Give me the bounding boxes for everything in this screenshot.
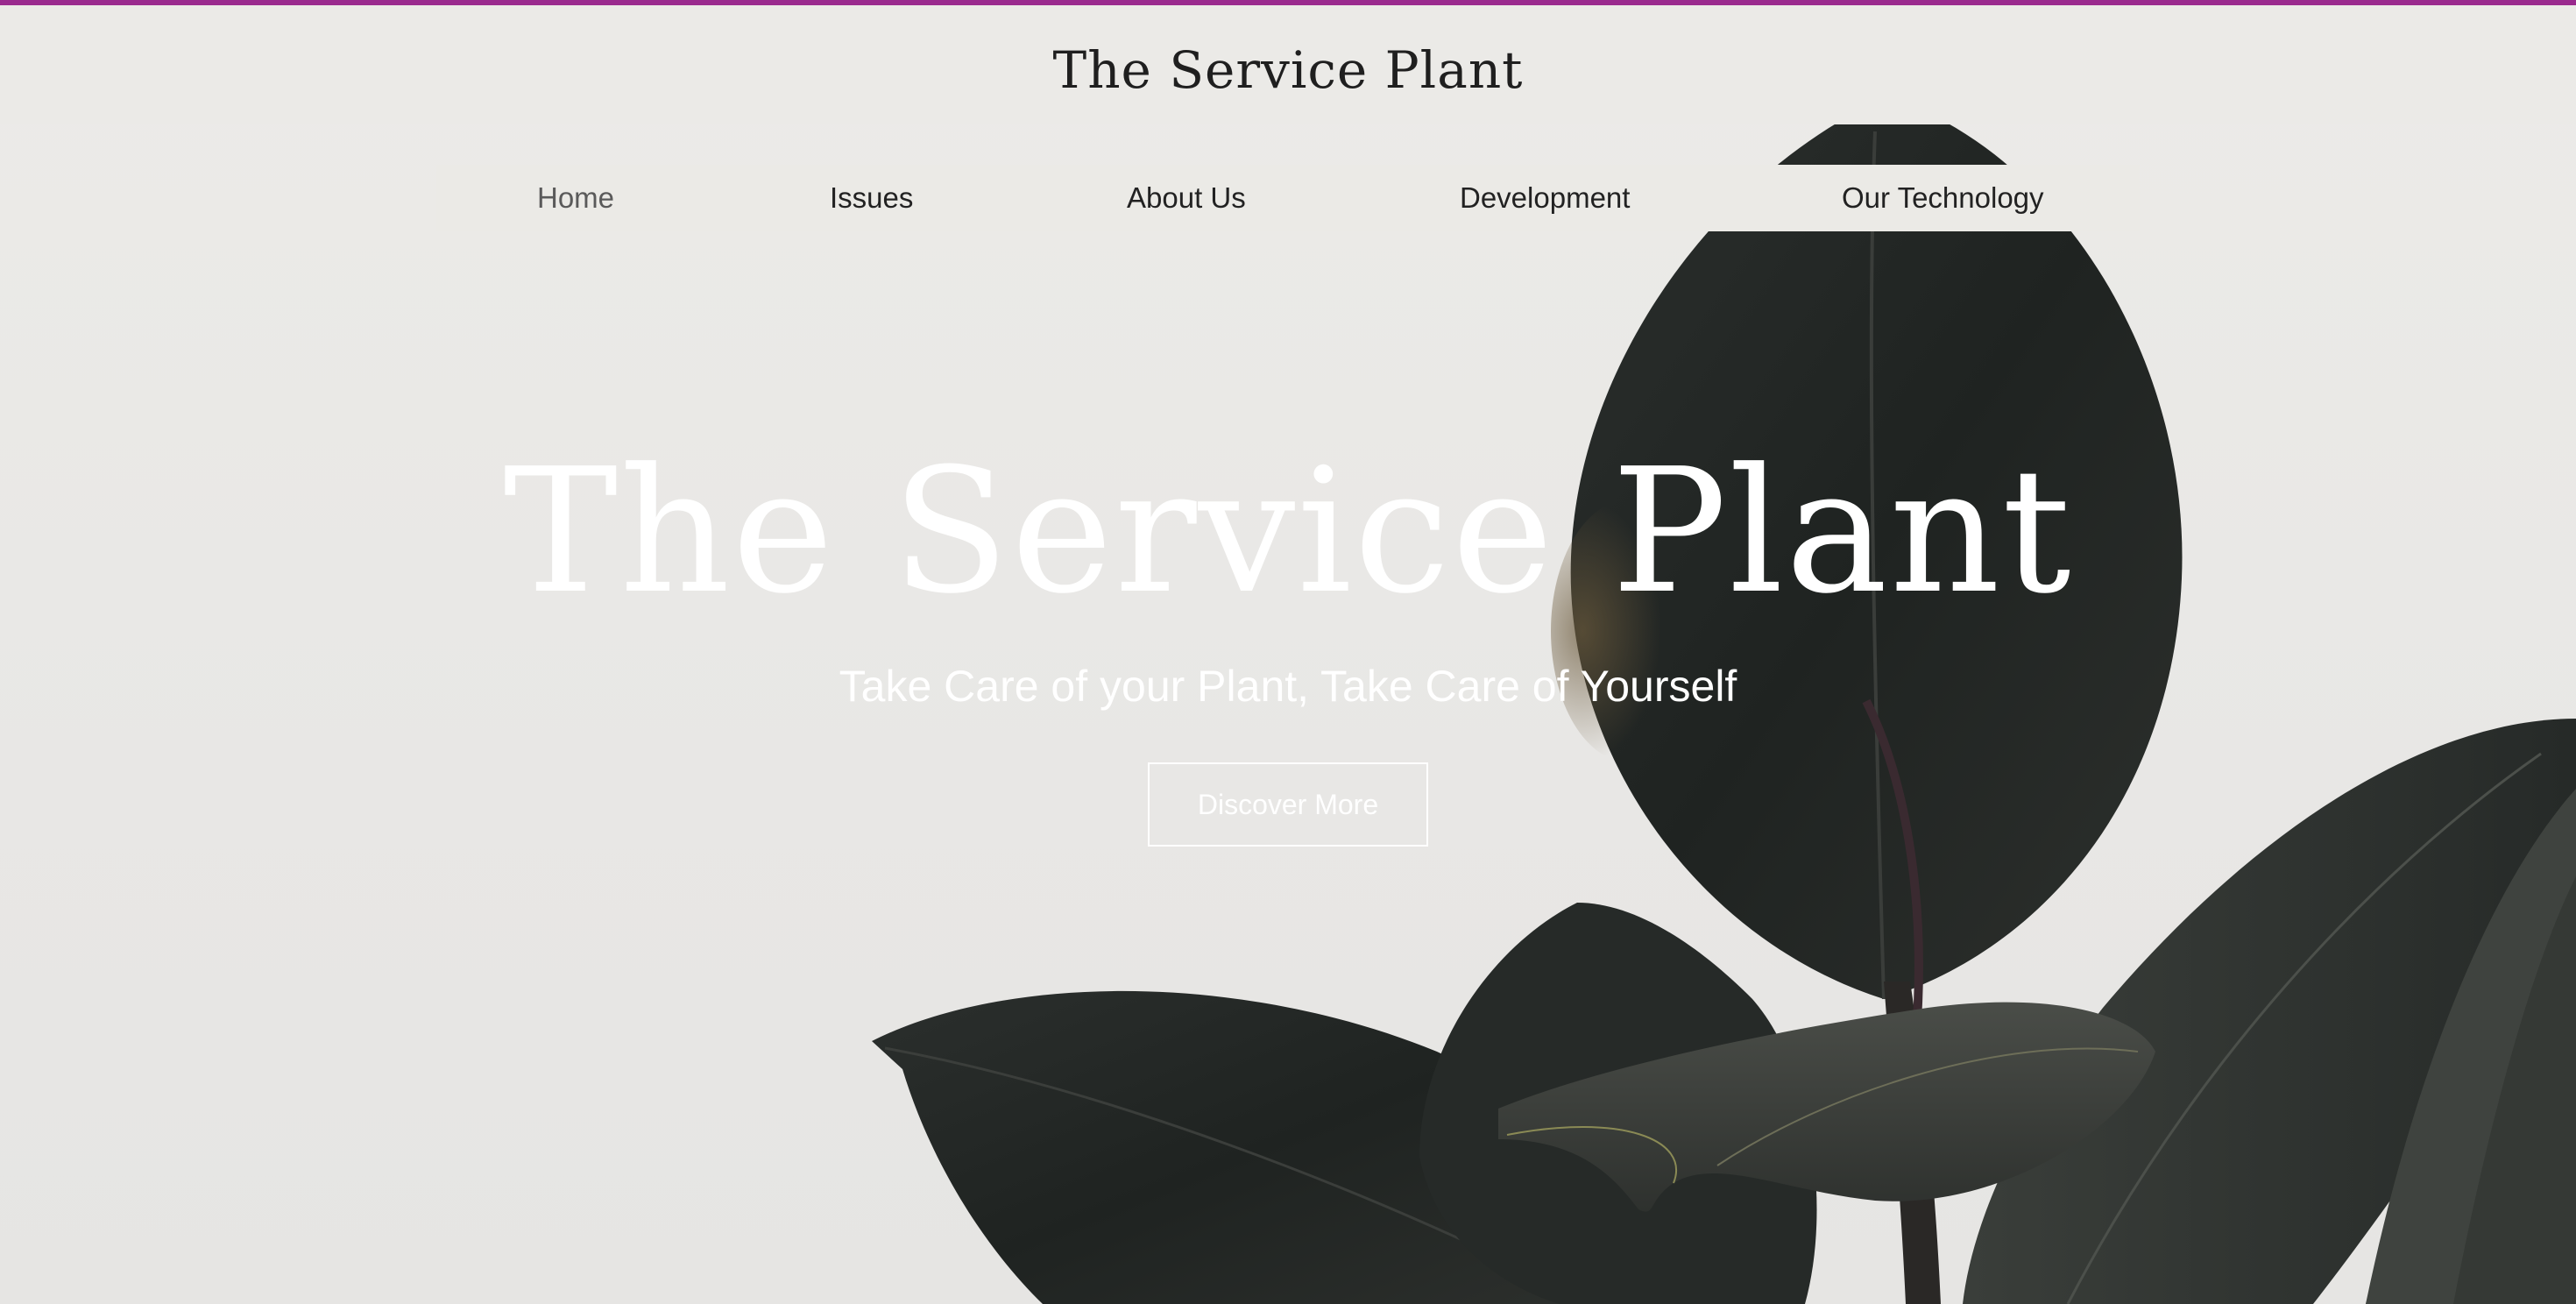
hero-subtitle: Take Care of your Plant, Take Care of Yo…	[839, 662, 1737, 711]
nav-item-development[interactable]: Development	[1460, 165, 1630, 231]
nav-item-our-technology[interactable]: Our Technology	[1842, 165, 2044, 231]
nav-item-home[interactable]: Home	[537, 165, 614, 231]
nav-item-issues[interactable]: Issues	[830, 165, 913, 231]
hero-title: The Service Plant	[503, 432, 2073, 632]
main-nav: Home Issues About Us Development Our Tec…	[436, 165, 2140, 231]
discover-more-button[interactable]: Discover More	[1148, 762, 1428, 847]
site-title[interactable]: The Service Plant	[0, 35, 2576, 105]
nav-item-about-us[interactable]: About Us	[1127, 165, 1246, 231]
site-header: The Service Plant	[0, 5, 2576, 124]
page: The Service Plant Home Issues About Us D…	[0, 0, 2576, 1304]
